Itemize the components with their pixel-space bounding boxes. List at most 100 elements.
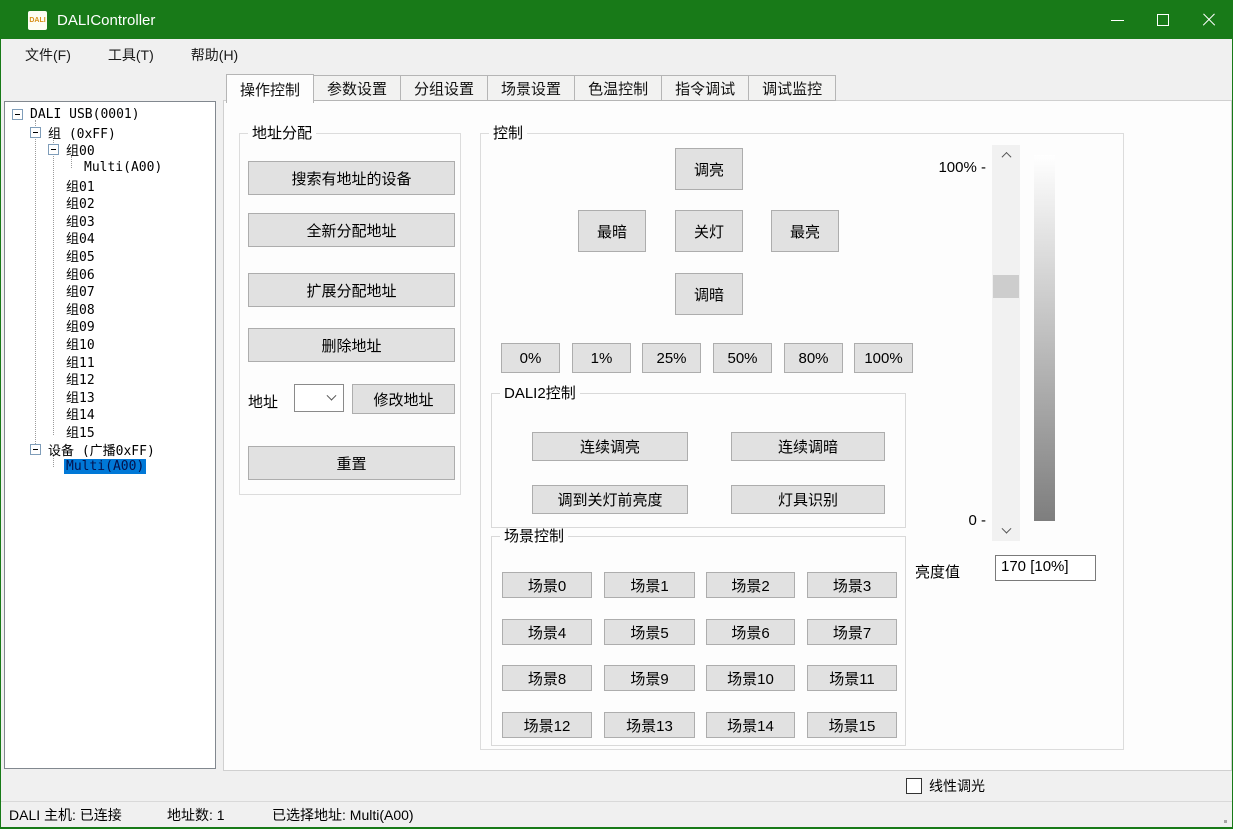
tree-item-multi-a00-selected[interactable]: Multi(A00) [5,458,215,476]
collapse-icon[interactable] [12,109,23,120]
scroll-down-button[interactable] [992,521,1020,541]
tree-item-label[interactable]: 组01 [64,176,97,195]
tree-item-label[interactable]: 组08 [64,299,97,318]
maximize-button[interactable] [1140,1,1186,39]
tree-item-label[interactable]: 组06 [64,264,97,283]
tab-scene-settings[interactable]: 场景设置 [488,75,575,101]
tree-item-label[interactable]: 组09 [64,316,97,335]
tree-item-label[interactable]: 组05 [64,246,97,265]
assign-new-addresses-button[interactable]: 全新分配地址 [248,213,455,247]
brightness-value-field[interactable]: 170 [10%] [995,555,1096,581]
scene-11-button[interactable]: 场景11 [807,665,897,691]
continuous-darken-button[interactable]: 连续调暗 [731,432,885,461]
tree-item-group01[interactable]: 组01 [5,176,215,194]
percent-0-button[interactable]: 0% [501,343,560,373]
tab-grouping-settings[interactable]: 分组设置 [401,75,488,101]
tree-item-group13[interactable]: 组13 [5,388,215,406]
scene-8-button[interactable]: 场景8 [502,665,592,691]
scene-15-button[interactable]: 场景15 [807,712,897,738]
scene-12-button[interactable]: 场景12 [502,712,592,738]
lights-off-button[interactable]: 关灯 [675,210,743,252]
tab-parameter-settings[interactable]: 参数设置 [314,75,401,101]
scene-10-button[interactable]: 场景10 [706,665,795,691]
tree-item-label-selected[interactable]: Multi(A00) [64,459,146,474]
tree-item-group06[interactable]: 组06 [5,264,215,282]
linear-dimming-checkbox[interactable] [906,778,922,794]
tab-color-temp-control[interactable]: 色温控制 [575,75,662,101]
collapse-icon[interactable] [48,144,59,155]
tree-item-label[interactable]: 设备 (广播0xFF) [46,440,157,459]
scene-14-button[interactable]: 场景14 [706,712,795,738]
tree-item-label[interactable]: 组02 [64,193,97,212]
tree-item-group07[interactable]: 组07 [5,282,215,300]
close-button[interactable] [1186,1,1232,39]
scene-4-button[interactable]: 场景4 [502,619,592,645]
address-combobox[interactable] [294,384,344,412]
tree-item-root[interactable]: DALI USB(0001) [5,106,215,124]
tree-item-group11[interactable]: 组11 [5,352,215,370]
tree-item-group02[interactable]: 组02 [5,194,215,212]
tree-item-label[interactable]: 组03 [64,211,97,230]
resize-grip[interactable] [1224,820,1227,823]
search-addressed-devices-button[interactable]: 搜索有地址的设备 [248,161,455,195]
continuous-brighten-button[interactable]: 连续调亮 [532,432,688,461]
tree-item-label[interactable]: DALI USB(0001) [28,107,142,122]
menu-help[interactable]: 帮助(H) [185,42,244,68]
delete-address-button[interactable]: 删除地址 [248,328,455,362]
darken-button[interactable]: 调暗 [675,273,743,315]
scene-13-button[interactable]: 场景13 [604,712,695,738]
tree-item-group04[interactable]: 组04 [5,229,215,247]
tree-item-label[interactable]: 组12 [64,369,97,388]
tree-item-multi-a00[interactable]: Multi(A00) [5,159,215,177]
reset-button[interactable]: 重置 [248,446,455,480]
restore-pre-off-brightness-button[interactable]: 调到关灯前亮度 [532,485,688,514]
minimize-button[interactable] [1094,1,1140,39]
tree-item-group05[interactable]: 组05 [5,247,215,265]
percent-100-button[interactable]: 100% [854,343,913,373]
scene-5-button[interactable]: 场景5 [604,619,695,645]
tree-item-label[interactable]: 组14 [64,404,97,423]
scene-7-button[interactable]: 场景7 [807,619,897,645]
tree-item-group10[interactable]: 组10 [5,335,215,353]
tab-debug-monitor[interactable]: 调试监控 [749,75,836,101]
tree-item-group14[interactable]: 组14 [5,405,215,423]
tree-item-label[interactable]: 组11 [64,352,97,371]
tab-operation-control[interactable]: 操作控制 [226,74,314,103]
brightness-scrollbar[interactable] [992,145,1020,541]
tree-item-label[interactable]: 组 (0xFF) [46,123,118,142]
tree-item-label[interactable]: 组10 [64,334,97,353]
tree-item-group03[interactable]: 组03 [5,212,215,230]
percent-25-button[interactable]: 25% [642,343,701,373]
scene-2-button[interactable]: 场景2 [706,572,795,598]
tree-item-group08[interactable]: 组08 [5,300,215,318]
extend-assign-addresses-button[interactable]: 扩展分配地址 [248,273,455,307]
collapse-icon[interactable] [30,127,41,138]
menu-file[interactable]: 文件(F) [19,42,77,68]
tree-item-group00[interactable]: 组00 [5,141,215,159]
percent-1-button[interactable]: 1% [572,343,631,373]
tree-item-label[interactable]: 组04 [64,228,97,247]
scene-0-button[interactable]: 场景0 [502,572,592,598]
tree-item-devices-broadcast[interactable]: 设备 (广播0xFF) [5,440,215,458]
scene-9-button[interactable]: 场景9 [604,665,695,691]
percent-50-button[interactable]: 50% [713,343,772,373]
tree-item-group15[interactable]: 组15 [5,423,215,441]
percent-80-button[interactable]: 80% [784,343,843,373]
tree-item-label[interactable]: 组07 [64,281,97,300]
tree-item-group09[interactable]: 组09 [5,317,215,335]
scene-1-button[interactable]: 场景1 [604,572,695,598]
tree-item-group12[interactable]: 组12 [5,370,215,388]
scene-6-button[interactable]: 场景6 [706,619,795,645]
dimmest-button[interactable]: 最暗 [578,210,646,252]
luminaire-identify-button[interactable]: 灯具识别 [731,485,885,514]
menu-tools[interactable]: 工具(T) [102,42,160,68]
scene-3-button[interactable]: 场景3 [807,572,897,598]
brightest-button[interactable]: 最亮 [771,210,839,252]
brighten-button[interactable]: 调亮 [675,148,743,190]
tree-item-label[interactable]: 组13 [64,387,97,406]
tab-command-debug[interactable]: 指令调试 [662,75,749,101]
scrollbar-thumb[interactable] [993,275,1019,298]
collapse-icon[interactable] [30,444,41,455]
tree-item-label[interactable]: 组00 [64,140,97,159]
modify-address-button[interactable]: 修改地址 [352,384,455,414]
